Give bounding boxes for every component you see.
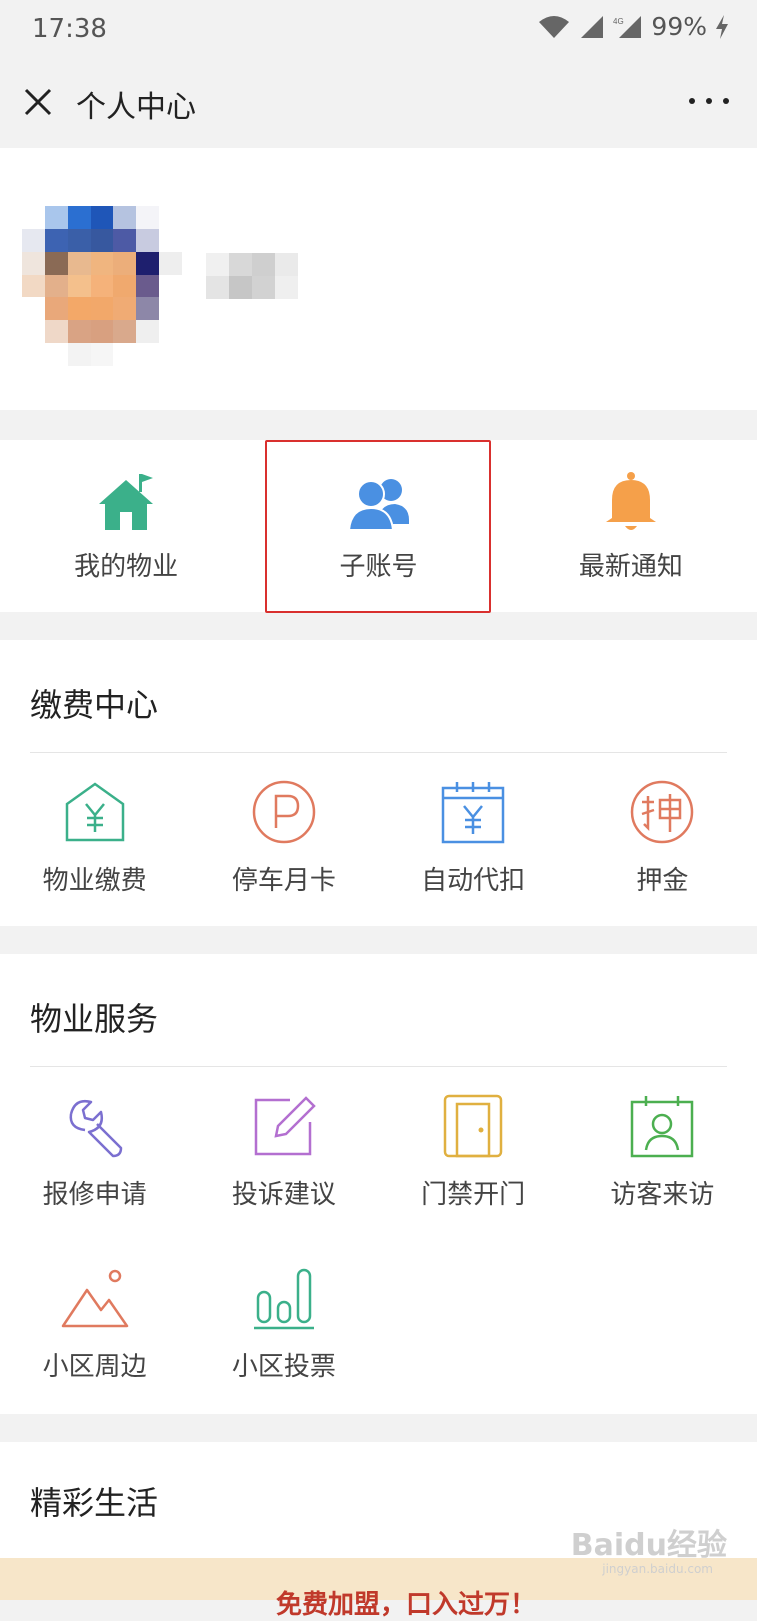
property-services-section: 物业服务 报修申请 投诉建议 门禁开门 访客来访 小区周边 小区投票 — [0, 954, 757, 1414]
divider — [30, 752, 727, 753]
signal-4g-icon: 4G — [613, 15, 642, 38]
complaint-item[interactable]: 投诉建议 — [189, 1082, 378, 1254]
item-label: 小区投票 — [231, 1352, 336, 1382]
section-title: 精彩生活 — [30, 1484, 159, 1522]
deposit-item[interactable]: 押金 — [568, 768, 757, 940]
neighborhood-item[interactable]: 小区周边 — [0, 1254, 189, 1426]
promo-banner-text: 免费加盟，口入过万！ — [276, 1590, 537, 1620]
more-options-icon[interactable] — [689, 86, 729, 116]
item-label: 押金 — [636, 866, 689, 896]
watermark: Baidu经验 — [570, 1528, 727, 1563]
avatar[interactable] — [22, 206, 182, 366]
charging-icon — [716, 14, 728, 39]
highlight-box — [265, 440, 491, 613]
profile-card[interactable] — [0, 148, 757, 410]
calendar-yen-icon — [441, 782, 505, 844]
status-icons: 4G 99% — [537, 12, 729, 41]
item-label: 访客来访 — [610, 1180, 715, 1210]
visitor-icon — [631, 1096, 694, 1158]
battery-level: 99% — [651, 12, 707, 41]
item-label: 门禁开门 — [421, 1180, 526, 1210]
status-time: 17:38 — [32, 14, 107, 44]
nav-bar: 个人中心 — [0, 58, 757, 148]
repair-request-item[interactable]: 报修申请 — [0, 1082, 189, 1254]
signal-icon — [581, 15, 604, 38]
edit-icon — [254, 1096, 316, 1156]
deposit-icon — [631, 780, 694, 844]
close-icon[interactable] — [18, 82, 58, 122]
quick-item-my-property[interactable]: 我的物业 — [0, 440, 252, 612]
payment-center-section: 缴费中心 物业缴费 停车月卡 自动代扣 押金 — [0, 640, 757, 926]
item-label: 物业缴费 — [42, 866, 147, 896]
quick-item-label: 最新通知 — [578, 552, 683, 582]
item-label: 小区周边 — [42, 1352, 147, 1382]
auto-debit-item[interactable]: 自动代扣 — [379, 768, 568, 940]
svg-text:4G: 4G — [613, 17, 624, 26]
quick-item-label: 我的物业 — [74, 552, 179, 582]
parking-icon — [252, 780, 316, 844]
door-icon — [443, 1094, 503, 1158]
wifi-icon — [539, 15, 570, 38]
parking-card-item[interactable]: 停车月卡 — [189, 768, 378, 940]
section-title: 缴费中心 — [30, 686, 159, 724]
community-vote-item[interactable]: 小区投票 — [189, 1254, 378, 1426]
status-bar: 17:38 4G 99% — [0, 0, 757, 58]
section-title: 物业服务 — [30, 1000, 159, 1038]
item-label: 自动代扣 — [421, 866, 526, 896]
property-fee-item[interactable]: 物业缴费 — [0, 768, 189, 940]
divider — [30, 1066, 727, 1067]
item-label: 投诉建议 — [231, 1180, 336, 1210]
item-label: 报修申请 — [42, 1180, 147, 1210]
house-yen-icon — [65, 782, 124, 842]
username-blurred — [206, 253, 298, 299]
vote-chart-icon — [253, 1268, 314, 1330]
wrench-icon — [69, 1100, 122, 1158]
house-icon — [99, 474, 154, 530]
door-access-item[interactable]: 门禁开门 — [379, 1082, 568, 1254]
page-title: 个人中心 — [76, 90, 196, 125]
quick-item-notifications[interactable]: 最新通知 — [505, 440, 757, 612]
mountain-icon — [61, 1269, 128, 1328]
item-label: 停车月卡 — [231, 866, 336, 896]
bell-icon — [605, 472, 656, 530]
visitor-item[interactable]: 访客来访 — [568, 1082, 757, 1254]
watermark-url: jingyan.baidu.com — [602, 1562, 713, 1576]
